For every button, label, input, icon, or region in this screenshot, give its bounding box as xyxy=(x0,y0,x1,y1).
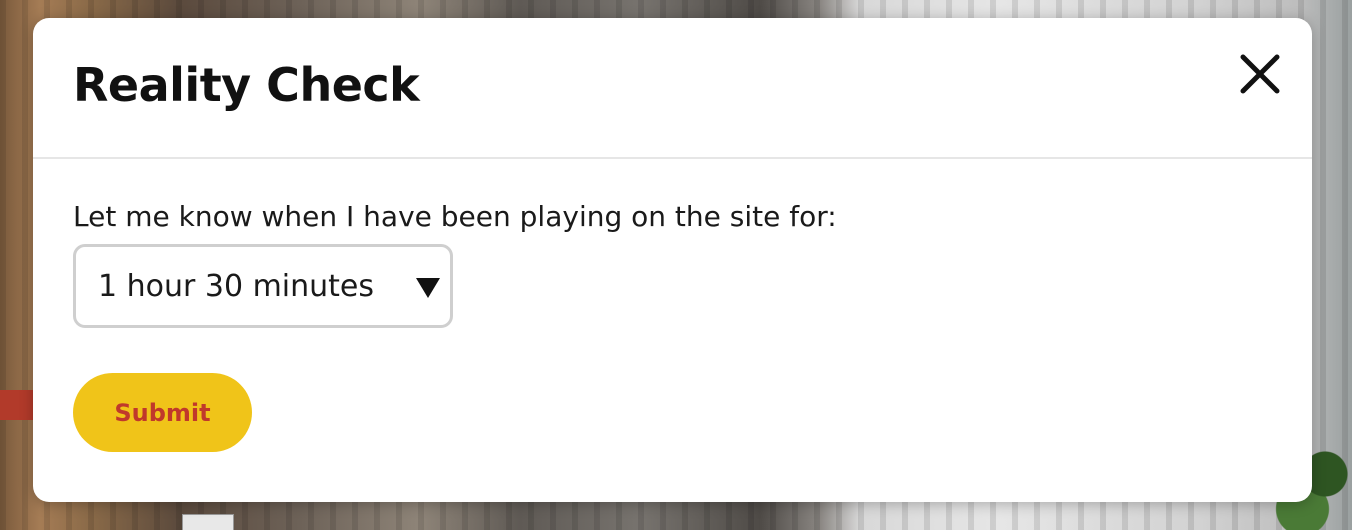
triangle-down-icon xyxy=(416,278,440,298)
reality-check-interval-select[interactable]: 1 hour 30 minutes xyxy=(73,244,453,328)
close-icon xyxy=(1240,54,1280,94)
close-button[interactable] xyxy=(1238,52,1282,96)
modal-header: Reality Check xyxy=(33,18,1312,159)
background-street-sign xyxy=(182,514,234,530)
modal-title: Reality Check xyxy=(73,58,420,112)
submit-button[interactable]: Submit xyxy=(73,373,252,452)
background-red-sign xyxy=(0,390,34,420)
reality-check-modal: Reality Check Let me know when I have be… xyxy=(33,18,1312,502)
select-selected-value: 1 hour 30 minutes xyxy=(98,269,375,304)
reality-check-prompt: Let me know when I have been playing on … xyxy=(73,200,837,233)
